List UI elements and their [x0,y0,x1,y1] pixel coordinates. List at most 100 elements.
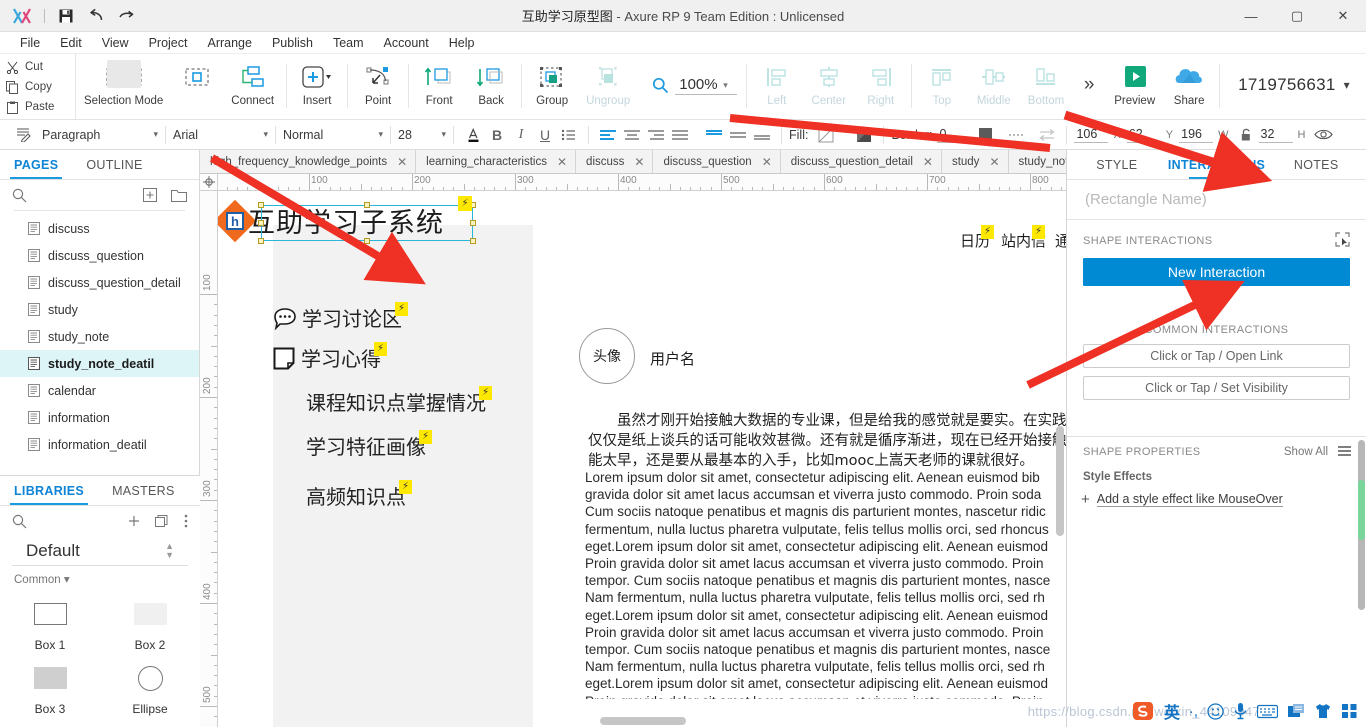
tab-pages[interactable]: PAGES [0,150,72,179]
pages-search-icon[interactable] [12,188,27,203]
page-item-discuss-question-detail[interactable]: discuss_question_detail [0,269,199,296]
page-tab-study[interactable]: study ✕ [942,150,1009,173]
add-library-icon[interactable] [127,514,141,528]
menu-arrange[interactable]: Arrange [197,33,261,53]
fill-color-swatch[interactable] [814,124,838,146]
toolbox-icon[interactable] [1341,703,1358,719]
align-center-button[interactable]: Center [803,54,855,116]
close-button[interactable]: ✕ [1320,0,1366,32]
page-tab-discuss-question[interactable]: discuss_question ✕ [653,150,780,173]
fill-gradient-swatch[interactable] [852,124,876,146]
library-widget-box2[interactable]: Box 2 [100,594,200,652]
account-chevron-down-icon[interactable]: ▾ [1344,78,1350,92]
save-icon[interactable] [51,1,81,31]
library-stepper-icon[interactable]: ▲▼ [165,542,174,560]
height-input[interactable]: 32 [1259,127,1293,143]
libraries-search-icon[interactable] [12,514,27,529]
tab-libraries[interactable]: LIBRARIES [0,476,98,505]
tab-notes[interactable]: NOTES [1266,150,1366,179]
italic-button[interactable]: I [509,124,533,146]
tab-outline[interactable]: OUTLINE [72,150,156,179]
resize-handle-s[interactable] [364,238,370,244]
soft-keyboard-icon[interactable] [1257,704,1278,719]
menu-help[interactable]: Help [439,33,485,53]
interaction-bolt-icon[interactable]: ⚡ [1032,225,1045,239]
selection-box-mode-button[interactable] [171,54,223,116]
back-button[interactable]: Back [465,54,517,116]
arrow-style-button[interactable] [1035,124,1059,146]
undo-icon[interactable] [81,1,111,31]
resize-handle-e[interactable] [470,220,476,226]
menu-edit[interactable]: Edit [50,33,92,53]
new-interaction-button[interactable]: New Interaction [1083,258,1350,286]
canvas-content-scrollbar[interactable] [1056,426,1064,536]
library-widget-ellipse[interactable]: Ellipse [100,658,200,716]
close-icon[interactable]: ✕ [634,155,644,169]
page-item-discuss-question[interactable]: discuss_question [0,242,199,269]
lock-aspect-ratio-icon[interactable] [1235,124,1259,146]
font-color-icon[interactable] [461,124,485,146]
top-nav-notifications[interactable]: 通知⚡ [1055,230,1066,251]
align-text-top-button[interactable] [702,124,726,146]
page-item-information-deatil[interactable]: information_deatil [0,431,199,458]
page-item-discuss[interactable]: discuss [0,215,199,242]
clipboard-icon[interactable] [1287,703,1305,719]
underline-button[interactable]: U [533,124,557,146]
page-tab-high-frequency-knowledge-points[interactable]: high_frequency_knowledge_points ✕ [200,150,416,173]
text-align-justify-button[interactable] [668,124,692,146]
resize-handle-n[interactable] [364,202,370,208]
preview-button[interactable]: Preview [1106,54,1163,116]
tab-interactions[interactable]: INTERACTIONS [1167,150,1267,179]
border-width-input[interactable]: 0 [937,127,963,143]
page-tab-study-note[interactable]: study_note ✕ [1009,150,1067,173]
copy-button[interactable]: Copy [6,77,75,97]
emoji-icon[interactable] [1207,703,1224,720]
library-copies-icon[interactable] [155,515,170,528]
page-item-information[interactable]: information [0,404,199,431]
connect-button[interactable]: Connect [223,54,282,116]
punctuation-icon[interactable]: ·, [1189,703,1198,720]
add-folder-icon[interactable] [171,189,187,202]
group-button[interactable]: Group [526,54,578,116]
zoom-control[interactable]: 100% ▾ [638,54,742,116]
paragraph-chevron-down-icon[interactable]: ▾ [153,129,158,140]
page-item-study[interactable]: study [0,296,199,323]
menu-view[interactable]: View [92,33,139,53]
bullet-list-button[interactable] [557,124,581,146]
insert-button[interactable]: Insert [291,54,343,116]
point-button[interactable]: Point [352,54,404,116]
font-size-chevron-down-icon[interactable]: ▾ [441,129,446,140]
menu-file[interactable]: File [10,33,50,53]
close-icon[interactable]: ✕ [989,155,999,169]
font-family-dropdown[interactable]: Arial ▾ [173,124,268,146]
ungroup-button[interactable]: Ungroup [578,54,638,116]
width-input[interactable]: 196 [1179,127,1213,143]
interaction-bolt-icon[interactable]: ⚡ [399,480,412,494]
nav-item-knowledge-mastery[interactable]: 课程知识点掌握情况⚡ [306,387,492,416]
interaction-bolt-icon[interactable]: ⚡ [981,225,994,239]
nav-item-study-note[interactable]: 学习心得⚡ [273,343,387,372]
share-button[interactable]: Share [1163,54,1215,116]
resize-handle-sw[interactable] [258,238,264,244]
border-style-button[interactable] [1005,124,1029,146]
align-bottom-button[interactable]: Bottom [1020,54,1072,116]
menu-project[interactable]: Project [139,33,198,53]
interaction-bolt-icon[interactable]: ⚡ [419,430,432,444]
menu-account[interactable]: Account [374,33,439,53]
close-icon[interactable]: ✕ [923,155,933,169]
site-title[interactable]: 互助学习子系统 [248,201,444,240]
align-top-button[interactable]: Top [916,54,968,116]
library-options-icon[interactable] [184,514,188,528]
align-left-button[interactable]: Left [751,54,803,116]
chinese-english-toggle-icon[interactable]: 英 [1164,699,1180,723]
page-item-calendar[interactable]: calendar [0,377,199,404]
widget-name-input[interactable]: (Rectangle Name) [1067,180,1366,220]
bold-button[interactable]: B [485,124,509,146]
front-button[interactable]: Front [413,54,465,116]
add-style-effect-button[interactable]: + Add a style effect like MouseOver [1067,483,1366,508]
x-position-input[interactable]: 106 [1074,127,1108,143]
select-widget-icon[interactable] [1335,232,1350,250]
page-item-study-note[interactable]: study_note [0,323,199,350]
page-tab-discuss-question-detail[interactable]: discuss_question_detail ✕ [781,150,942,173]
interaction-bolt-icon[interactable]: ⚡ [479,386,492,400]
